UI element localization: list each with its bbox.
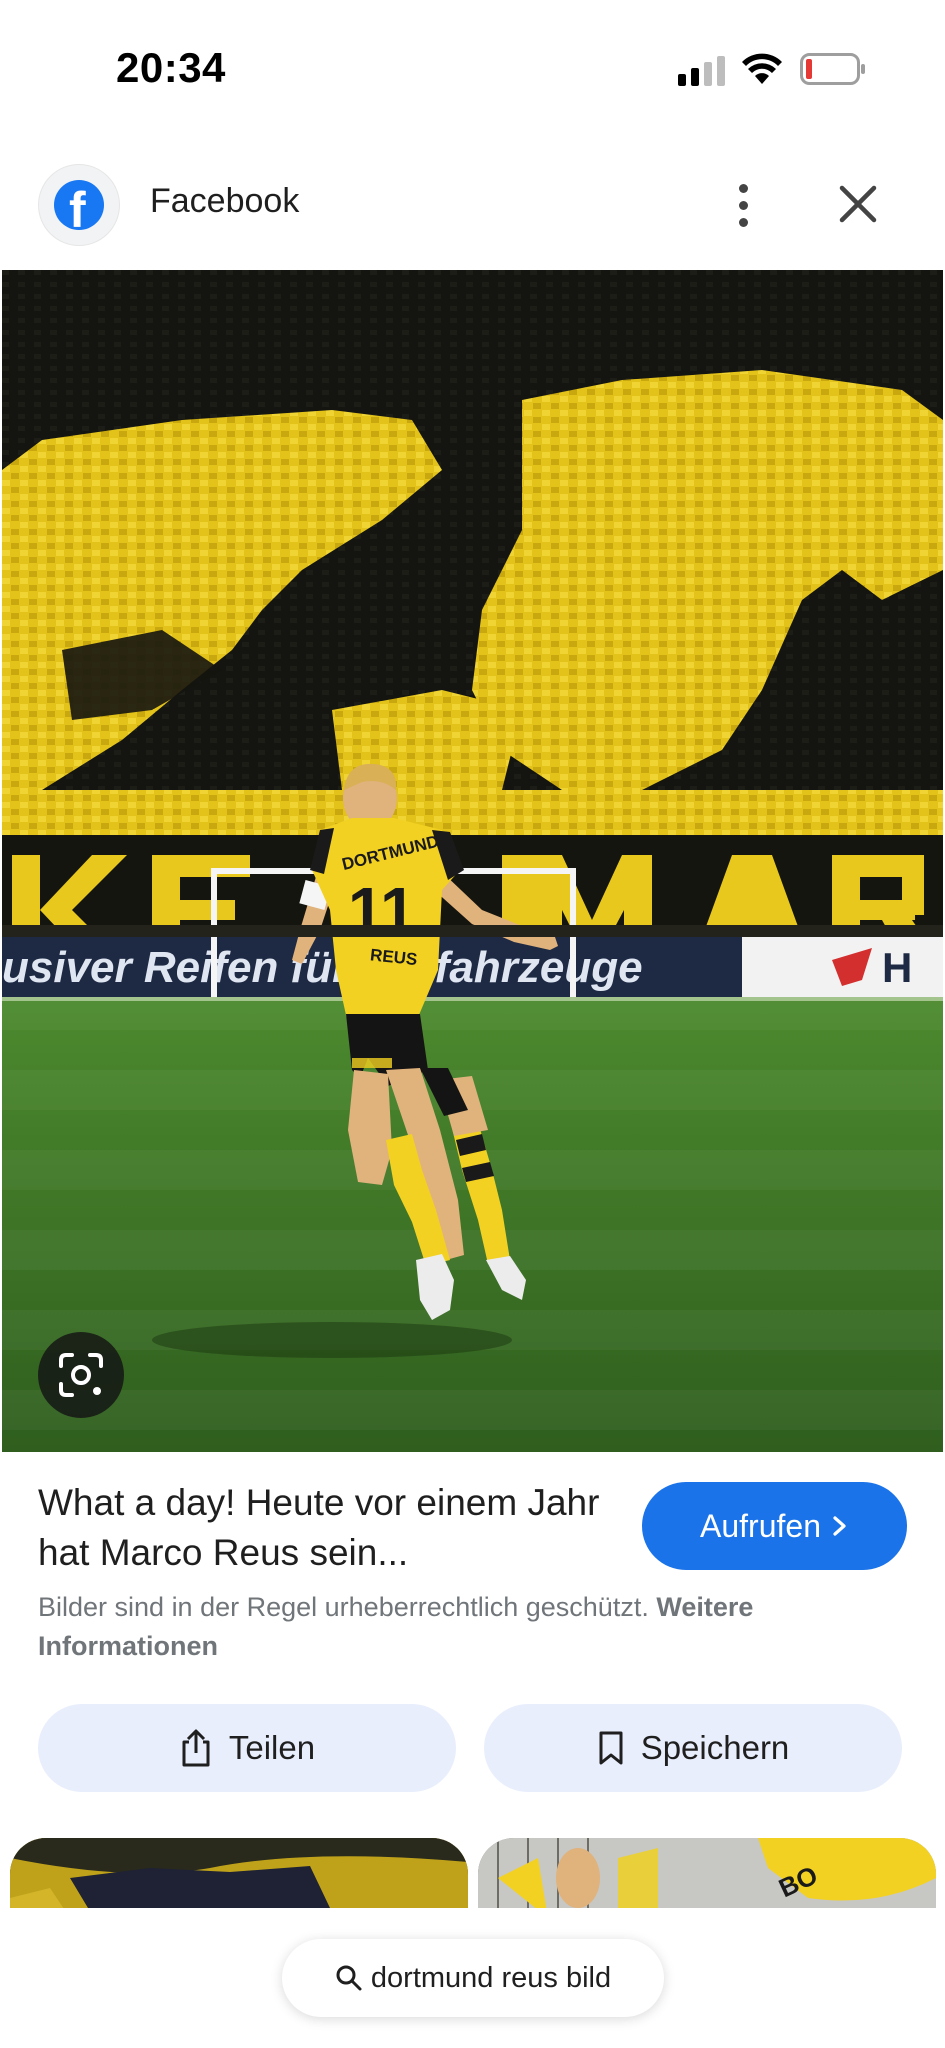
status-time: 20:34 bbox=[116, 44, 226, 91]
more-options-button[interactable] bbox=[718, 174, 768, 236]
cellular-signal-icon bbox=[678, 56, 725, 86]
related-images: BO bbox=[0, 1838, 945, 1908]
save-label: Speichern bbox=[640, 1729, 790, 1766]
related-image-2[interactable]: BO bbox=[478, 1838, 936, 1908]
copyright-text: Bilder sind in der Regel urheberrechtlic… bbox=[38, 1592, 649, 1622]
search-icon bbox=[336, 1965, 362, 1991]
main-image[interactable]: usiver Reifen für Profahrzeuge H DORTMUN… bbox=[2, 270, 943, 1452]
source-favicon[interactable]: f bbox=[38, 164, 120, 246]
search-query-text: dortmund reus bild bbox=[370, 1961, 612, 1994]
save-button[interactable]: Speichern bbox=[484, 1704, 902, 1792]
copyright-note: Bilder sind in der Regel urheberrechtlic… bbox=[38, 1588, 898, 1666]
lens-button[interactable] bbox=[38, 1332, 124, 1418]
visit-label: Aufrufen bbox=[700, 1507, 821, 1544]
result-title[interactable]: What a day! Heute vor einem Jahr hat Mar… bbox=[38, 1478, 618, 1578]
facebook-logo-letter: f bbox=[69, 182, 86, 230]
facebook-logo-icon: f bbox=[54, 180, 104, 230]
status-bar: 20:34 bbox=[0, 0, 945, 130]
visit-button[interactable]: Aufrufen bbox=[642, 1482, 907, 1570]
close-icon bbox=[839, 185, 877, 223]
bookmark-icon bbox=[599, 1731, 623, 1765]
related-image-1[interactable] bbox=[10, 1838, 468, 1908]
source-header: f Facebook bbox=[0, 160, 945, 270]
share-label: Teilen bbox=[228, 1729, 316, 1766]
ad-board-text: usiver Reifen für Profahrzeuge bbox=[2, 943, 643, 992]
wifi-icon bbox=[742, 53, 782, 84]
share-icon bbox=[182, 1729, 210, 1767]
share-button[interactable]: Teilen bbox=[38, 1704, 456, 1792]
source-name[interactable]: Facebook bbox=[150, 182, 299, 221]
close-button[interactable] bbox=[832, 176, 884, 232]
chevron-right-icon bbox=[833, 1516, 846, 1536]
lens-icon bbox=[59, 1353, 103, 1397]
battery-icon bbox=[800, 53, 865, 85]
svg-text:H: H bbox=[882, 944, 912, 991]
more-vert-icon bbox=[738, 183, 748, 193]
stadium-photo: usiver Reifen für Profahrzeuge H DORTMUN… bbox=[2, 270, 943, 1452]
search-query-pill[interactable]: dortmund reus bild bbox=[282, 1939, 664, 2017]
